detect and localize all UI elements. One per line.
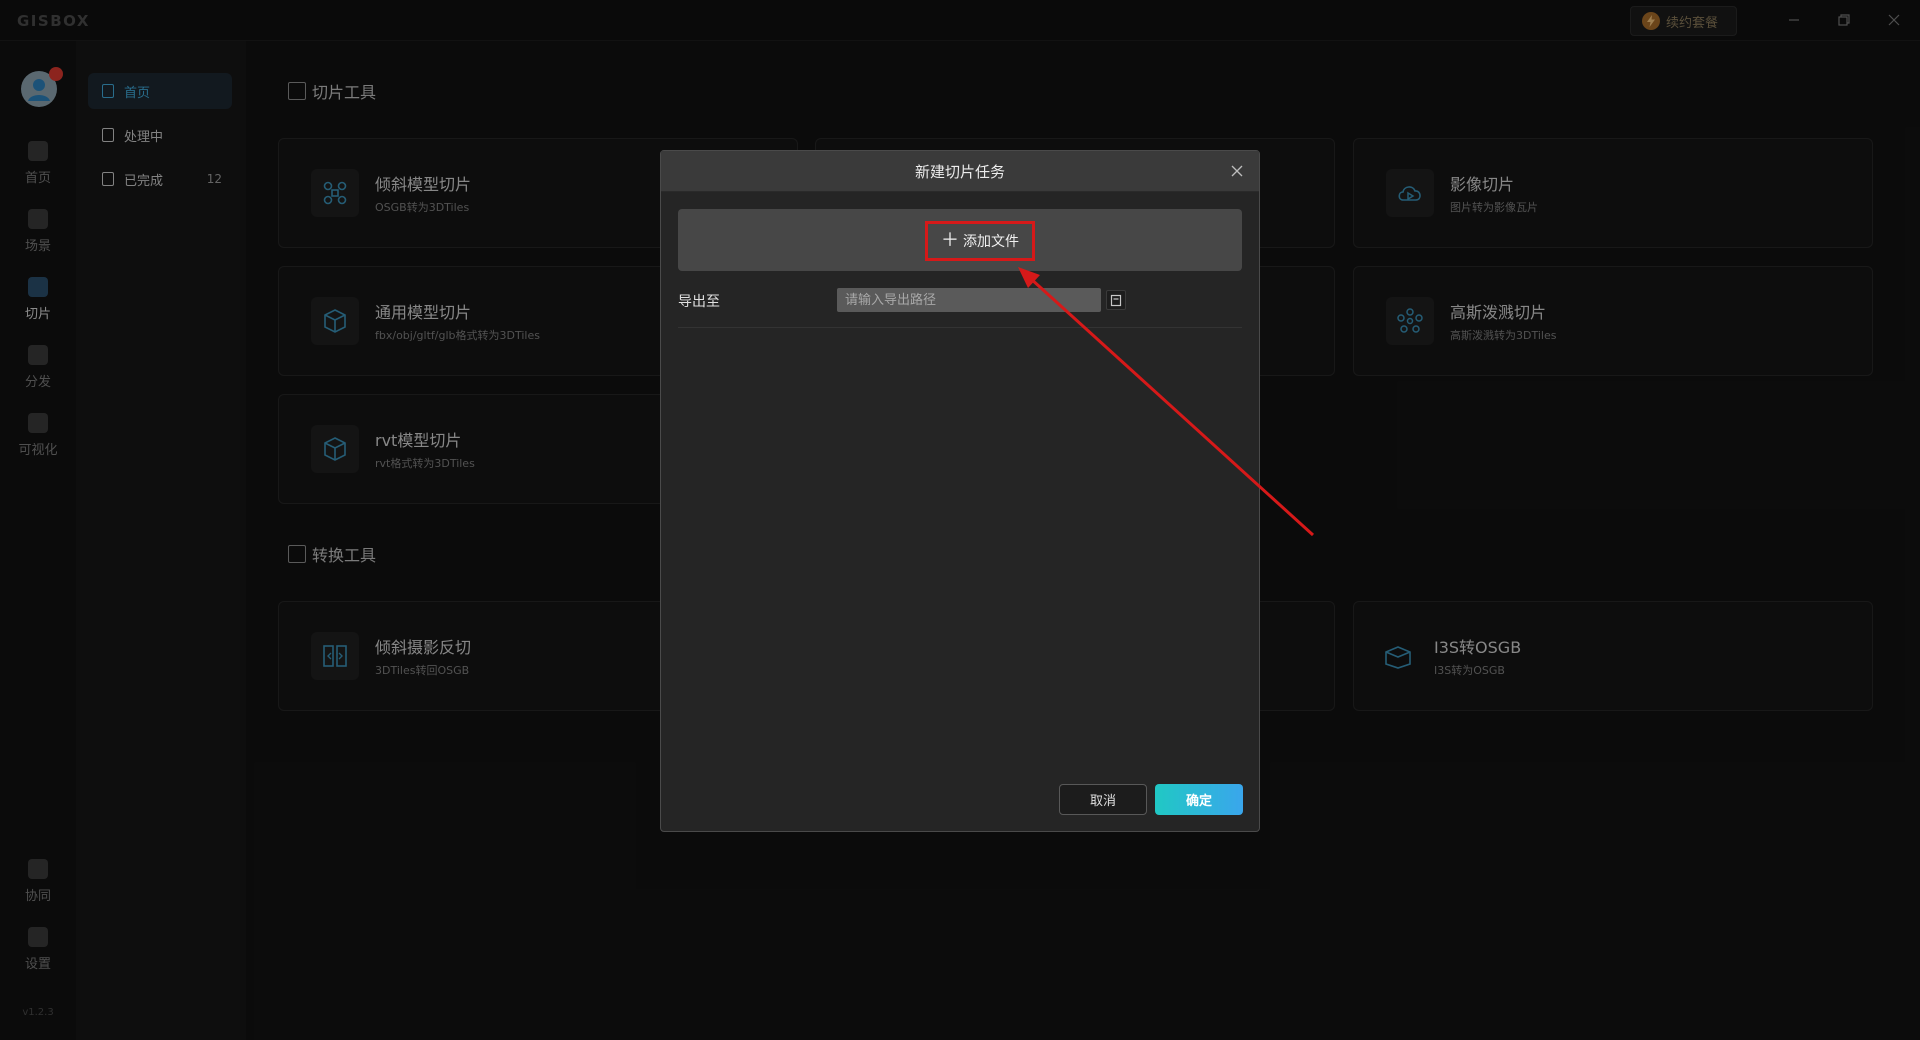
dialog-divider <box>678 327 1242 328</box>
browse-folder-button[interactable] <box>1106 290 1126 310</box>
new-slice-task-dialog: 新建切片任务 ＋ 添加文件 导出至 取消 确定 <box>660 150 1260 832</box>
add-file-label: 添加文件 <box>963 234 1019 250</box>
dialog-header: 新建切片任务 <box>661 151 1259 192</box>
folder-icon <box>1110 294 1122 306</box>
dialog-title: 新建切片任务 <box>914 162 1005 181</box>
export-path-input[interactable] <box>837 288 1101 312</box>
ok-button[interactable]: 确定 <box>1155 784 1243 815</box>
add-file-button[interactable]: ＋ 添加文件 <box>925 221 1035 261</box>
export-to-label: 导出至 <box>678 294 720 310</box>
cancel-button[interactable]: 取消 <box>1059 784 1147 815</box>
add-file-zone[interactable]: ＋ 添加文件 <box>678 209 1242 271</box>
close-icon <box>1231 165 1243 177</box>
dialog-close-button[interactable] <box>1227 161 1247 181</box>
plus-icon: ＋ <box>941 230 959 251</box>
